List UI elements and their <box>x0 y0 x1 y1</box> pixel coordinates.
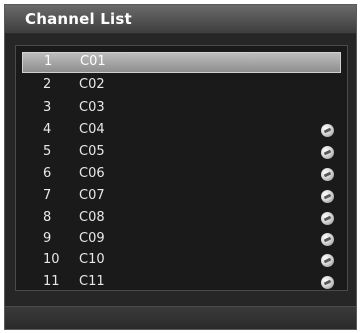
channel-number: 1 <box>44 54 53 69</box>
channel-status-icon <box>321 146 334 159</box>
channel-row[interactable]: 4 C04 <box>16 120 347 141</box>
channel-number: 7 <box>43 188 52 203</box>
channel-status-icon <box>321 168 334 181</box>
channel-name: C02 <box>79 77 105 92</box>
channel-number: 4 <box>43 122 52 137</box>
channel-status-icon <box>321 190 334 203</box>
channel-name: C08 <box>79 210 105 225</box>
channel-status-icon <box>321 233 334 246</box>
channel-number: 8 <box>43 210 52 225</box>
channel-number: 10 <box>43 252 60 267</box>
channel-list: 1 C01 2 C02 3 C03 4 C04 5 C05 6 C06 7 C07 8 C08 9 C09 10 C1… <box>15 45 348 291</box>
channel-row[interactable]: 10 C10 <box>16 250 347 271</box>
channel-number: 6 <box>43 166 52 181</box>
channel-name: C03 <box>79 100 105 115</box>
channel-row[interactable]: 6 C06 <box>16 164 347 185</box>
channel-status-icon <box>321 212 334 225</box>
channel-row[interactable]: 5 C05 <box>16 142 347 163</box>
channel-status-icon <box>321 254 334 267</box>
channel-name: C06 <box>79 166 105 181</box>
channel-name: C07 <box>79 188 105 203</box>
channel-number: 11 <box>43 274 60 289</box>
channel-number: 3 <box>43 100 52 115</box>
title-bar: Channel List <box>5 5 356 34</box>
channel-row[interactable]: 7 C07 <box>16 186 347 207</box>
channel-name: C09 <box>79 231 105 246</box>
window-title: Channel List <box>25 10 132 28</box>
channel-number: 2 <box>43 77 52 92</box>
channel-name: C01 <box>80 54 106 69</box>
channel-number: 9 <box>43 231 52 246</box>
channel-name: C10 <box>79 252 105 267</box>
channel-row[interactable]: 9 C09 <box>16 229 347 250</box>
channel-name: C05 <box>79 144 105 159</box>
channel-list-window: Channel List 1 C01 2 C02 3 C03 4 C04 5 C05 6 C06 7 C0… <box>4 4 357 330</box>
channel-number: 5 <box>43 144 52 159</box>
channel-row[interactable]: 11 C11 <box>16 272 347 293</box>
channel-name: C11 <box>79 274 105 289</box>
channel-name: C04 <box>79 122 105 137</box>
channel-row[interactable]: 1 C01 <box>22 52 341 73</box>
bottom-bar <box>5 306 356 329</box>
channel-row[interactable]: 3 C03 <box>16 98 347 119</box>
channel-row[interactable]: 2 C02 <box>16 75 347 96</box>
channel-status-icon <box>321 276 334 289</box>
channel-status-icon <box>321 124 334 137</box>
channel-row[interactable]: 8 C08 <box>16 208 347 229</box>
